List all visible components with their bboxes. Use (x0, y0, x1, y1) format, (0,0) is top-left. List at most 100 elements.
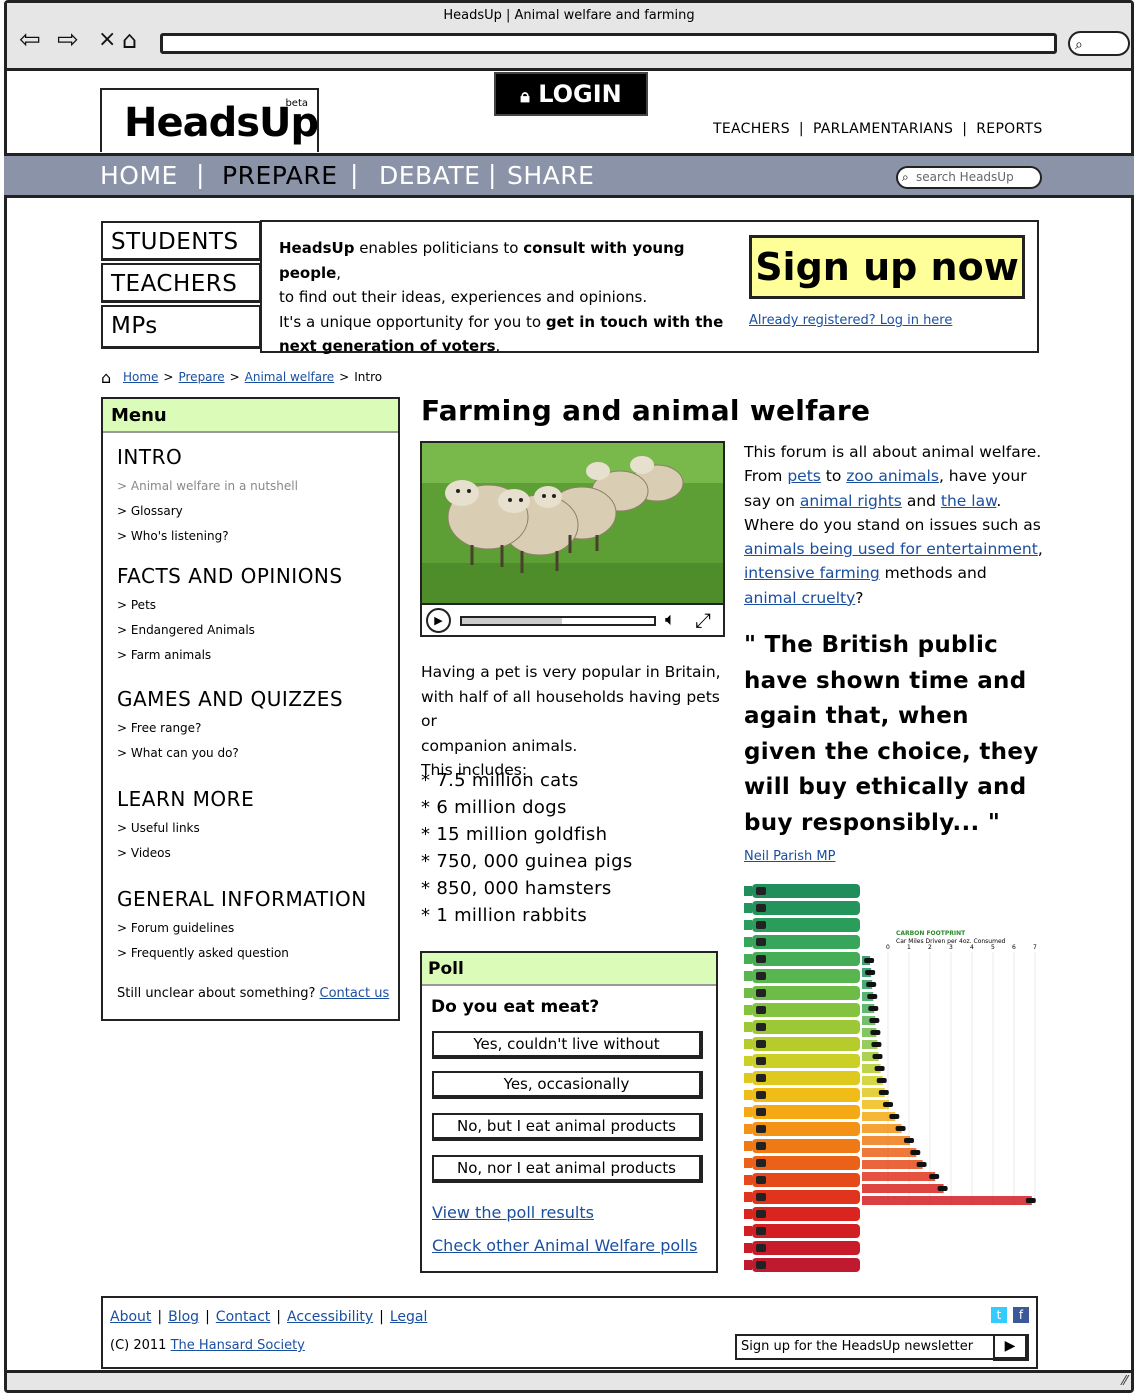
resize-grip-icon[interactable]: ⁄⁄ (1123, 1374, 1127, 1389)
menu-item[interactable]: > Animal welfare in a nutshell (117, 479, 298, 493)
login-button[interactable]: 🔒︎ LOGIN (494, 72, 648, 116)
intro-text-part: It's a unique opportunity for you to (279, 312, 546, 331)
tab-teachers[interactable]: TEACHERS (101, 263, 261, 303)
hansard-link[interactable]: The Hansard Society (171, 1338, 305, 1353)
menu-item[interactable]: > Videos (117, 846, 171, 860)
newsletter-input[interactable]: Sign up for the HeadsUp newsletter (735, 1334, 995, 1360)
menu-item[interactable]: > Pets (117, 598, 156, 612)
poll-option-button[interactable]: Yes, couldn't live without (432, 1031, 703, 1059)
facebook-icon[interactable]: f (1013, 1307, 1029, 1323)
food-row (752, 1190, 860, 1204)
nav-share[interactable]: SHARE (507, 161, 594, 190)
list-item: * 7.5 million cats (421, 770, 579, 791)
signup-button[interactable]: Sign up now (749, 235, 1025, 299)
site-search-input[interactable]: ⌕ search HeadsUp (896, 166, 1042, 189)
toplink-reports[interactable]: REPORTS (976, 121, 1042, 137)
browser-search[interactable]: ⌕ (1068, 31, 1130, 56)
menu-section-intro[interactable]: INTRO (117, 445, 182, 469)
back-icon[interactable]: ⇦ (19, 25, 41, 55)
food-icon (756, 1176, 766, 1184)
link-animal-cruelty[interactable]: animal cruelty (744, 589, 855, 607)
menu-item[interactable]: > Who's listening? (117, 529, 229, 543)
poll-option-button[interactable]: Yes, occasionally (432, 1071, 703, 1099)
menu-item-label: Videos (130, 846, 171, 860)
forward-icon[interactable]: ⇨ (57, 25, 79, 55)
intro-text-part: . (495, 337, 501, 355)
list-item: * 1 million rabbits (421, 905, 587, 926)
logo-box[interactable]: HeadsUp beta (100, 88, 319, 152)
intro-strong: HeadsUp (279, 239, 355, 257)
quote-author-link[interactable]: Neil Parish MP (744, 849, 835, 864)
link-animal-rights[interactable]: animal rights (800, 492, 902, 510)
footer-legal[interactable]: Legal (390, 1309, 428, 1325)
breadcrumb-animal-welfare[interactable]: Animal welfare (245, 370, 335, 384)
poll-option-button[interactable]: No, nor I eat animal products (432, 1155, 703, 1183)
breadcrumb-home[interactable]: Home (123, 370, 158, 384)
menu-section-general[interactable]: GENERAL INFORMATION (117, 887, 367, 911)
close-icon[interactable]: × (98, 25, 116, 55)
food-row (752, 1105, 860, 1119)
menu-item[interactable]: > Frequently asked question (117, 946, 289, 960)
forum-text-part: and (901, 491, 941, 510)
link-intensive-farming[interactable]: intensive farming (744, 564, 880, 582)
video-player[interactable]: ▶ 🔈︎ ⤢ (420, 441, 725, 637)
footer-contact[interactable]: Contact (216, 1309, 270, 1325)
home-icon[interactable]: ⌂ (122, 25, 137, 55)
video-controls: ▶ 🔈︎ ⤢ (422, 603, 723, 635)
toplink-teachers[interactable]: TEACHERS (713, 121, 790, 137)
nav-debate[interactable]: DEBATE (379, 161, 480, 190)
food-icon (756, 1210, 766, 1218)
volume-icon[interactable]: 🔈︎ (665, 609, 676, 630)
car-icon (895, 1126, 906, 1131)
menu-item[interactable]: > What can you do? (117, 746, 239, 760)
link-entertainment[interactable]: animals being used for entertainment (744, 540, 1038, 558)
food-icon (756, 1244, 766, 1252)
other-polls-link[interactable]: Check other Animal Welfare polls (432, 1236, 697, 1255)
car-icon (937, 1186, 948, 1191)
link-zoo-animals[interactable]: zoo animals (846, 467, 939, 485)
window-title: HeadsUp | Animal welfare and farming (443, 8, 695, 23)
menu-item[interactable]: > Useful links (117, 821, 200, 835)
fullscreen-icon[interactable]: ⤢ (695, 608, 711, 632)
menu-item[interactable]: > Glossary (117, 504, 183, 518)
food-index-marker (744, 1107, 752, 1117)
nav-prepare[interactable]: PREPARE (222, 161, 338, 190)
contact-link[interactable]: Contact us (320, 986, 390, 1001)
food-row (752, 935, 860, 949)
intro-text-part: enables politicians to (354, 239, 524, 257)
footer-blog[interactable]: Blog (168, 1309, 199, 1325)
login-link[interactable]: Already registered? Log in here (749, 313, 952, 328)
link-pets[interactable]: pets (787, 467, 821, 485)
footprint-bar (862, 1148, 917, 1157)
poll-title: Poll (422, 953, 716, 986)
copyright-text: (C) 2011 (110, 1338, 167, 1353)
breadcrumb-prepare[interactable]: Prepare (178, 370, 224, 384)
footer-accessibility[interactable]: Accessibility (287, 1309, 373, 1325)
menu-item[interactable]: > Endangered Animals (117, 623, 255, 637)
menu-title: Menu (103, 399, 398, 433)
url-bar[interactable] (160, 33, 1057, 54)
menu-section-learn[interactable]: LEARN MORE (117, 787, 254, 811)
poll-option-button[interactable]: No, but I eat animal products (432, 1113, 703, 1141)
link-the-law[interactable]: the law (941, 492, 996, 510)
nav-home[interactable]: HOME (100, 161, 178, 190)
tab-students[interactable]: STUDENTS (101, 221, 261, 261)
footer-about[interactable]: About (110, 1309, 151, 1325)
food-row (752, 1173, 860, 1187)
menu-item[interactable]: > Farm animals (117, 648, 211, 662)
newsletter-submit-button[interactable]: ▶ (993, 1334, 1029, 1361)
menu-item-label: Who's listening? (130, 529, 229, 543)
food-index-marker (744, 1158, 752, 1168)
twitter-icon[interactable]: t (991, 1307, 1007, 1323)
view-results-link[interactable]: View the poll results (432, 1203, 594, 1222)
menu-item[interactable]: > Forum guidelines (117, 921, 234, 935)
pet-facts-list: * 7.5 million cats * 6 million dogs * 15… (421, 767, 633, 929)
seek-bar[interactable] (460, 616, 656, 626)
toplink-parlamentarians[interactable]: PARLAMENTARIANS (813, 121, 953, 137)
menu-section-facts[interactable]: FACTS AND OPINIONS (117, 564, 343, 588)
tab-mps[interactable]: MPs (101, 305, 261, 349)
food-icon (756, 938, 766, 946)
menu-section-games[interactable]: GAMES AND QUIZZES (117, 687, 343, 711)
menu-item[interactable]: > Free range? (117, 721, 201, 735)
play-icon[interactable]: ▶ (426, 608, 451, 633)
